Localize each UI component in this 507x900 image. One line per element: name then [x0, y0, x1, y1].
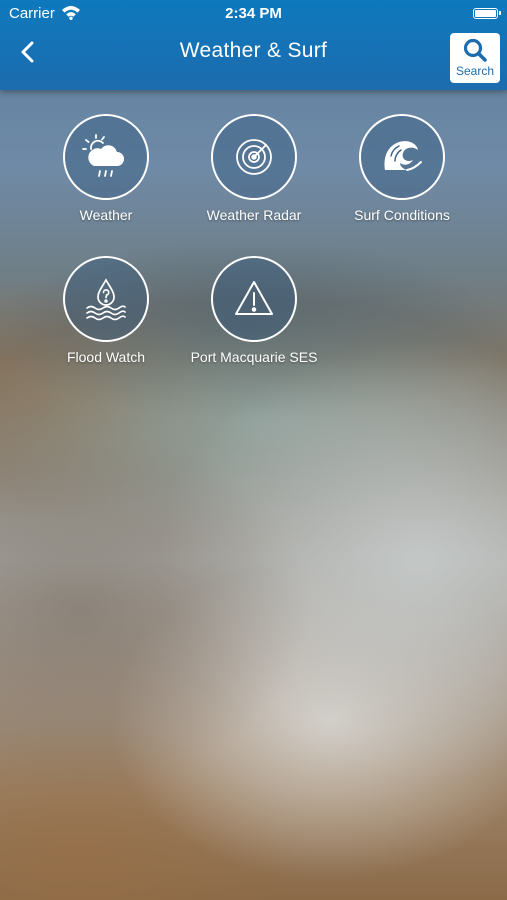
tile-icon-circle: [63, 114, 149, 200]
tile-icon-circle: [359, 114, 445, 200]
wave-icon: [384, 141, 422, 171]
status-bar: Carrier 2:34 PM: [0, 0, 507, 28]
tile-label: Weather: [79, 207, 133, 223]
tile-label: Flood Watch: [66, 349, 146, 365]
battery-level: [475, 10, 496, 17]
tile-icon-circle: [63, 256, 149, 342]
menu-grid: Weather Weather Radar Surf Conditions Fl…: [0, 0, 507, 900]
search-button[interactable]: Search: [450, 33, 500, 83]
sun-cloud-rain-icon: [82, 134, 124, 177]
search-label: Search: [455, 64, 495, 78]
status-time: 2:34 PM: [225, 5, 282, 22]
page-title: Weather & Surf: [179, 39, 328, 62]
tile-label: Surf Conditions: [354, 207, 450, 223]
radar-icon: [236, 139, 272, 175]
tile-label: Weather Radar: [206, 207, 302, 223]
warning-triangle-icon: [235, 281, 273, 315]
tile-icon-circle: [211, 114, 297, 200]
tile-label: Port Macquarie SES: [190, 349, 318, 365]
flood-drop-icon: [86, 278, 126, 321]
battery-icon: [473, 8, 501, 19]
magnifier-icon: [463, 38, 487, 62]
tile-icon-circle: [211, 256, 297, 342]
